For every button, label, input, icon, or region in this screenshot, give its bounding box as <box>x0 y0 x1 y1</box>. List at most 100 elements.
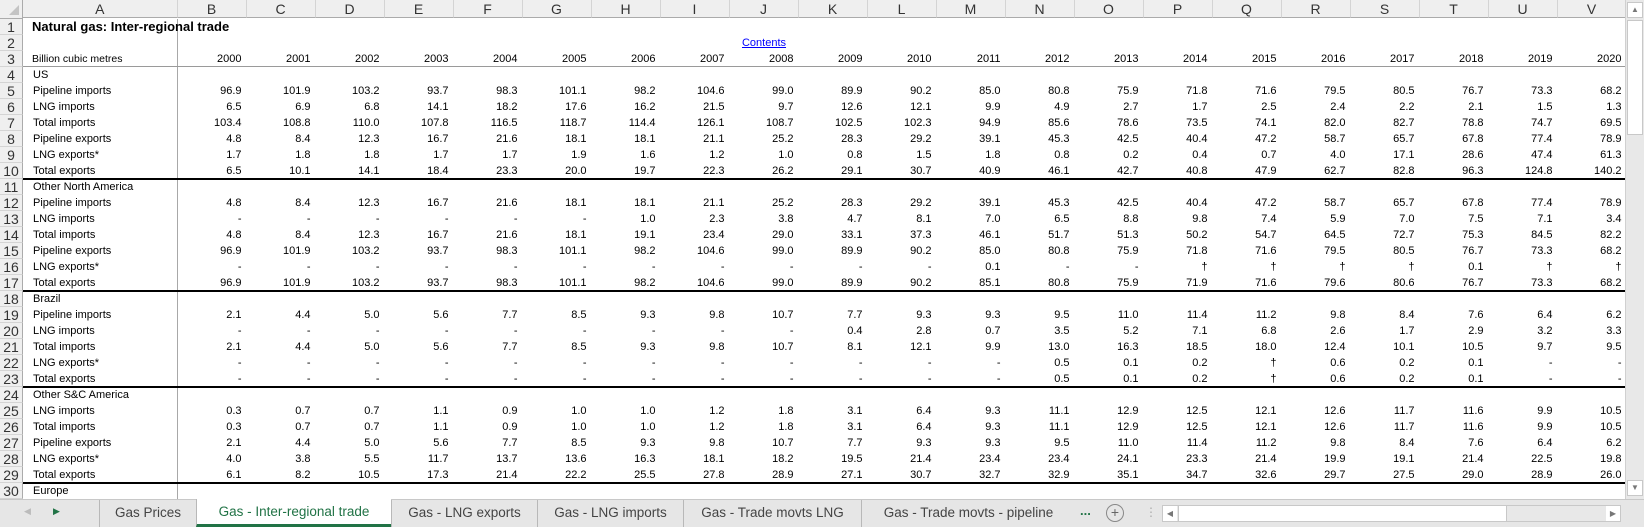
data-cell[interactable]: 0.1 <box>1420 259 1489 275</box>
data-cell[interactable]: 1.2 <box>661 403 730 419</box>
data-cell[interactable]: † <box>1144 259 1213 275</box>
data-cell[interactable]: 21.6 <box>454 195 523 211</box>
data-cell[interactable]: 9.7 <box>1489 339 1558 355</box>
data-cell[interactable]: 18.1 <box>592 195 661 211</box>
data-cell[interactable]: - <box>523 211 592 227</box>
data-cell[interactable]: 7.6 <box>1420 307 1489 323</box>
data-cell[interactable]: 104.6 <box>661 83 730 99</box>
row-header-10[interactable]: 10 <box>0 163 23 179</box>
data-cell[interactable]: - <box>523 323 592 339</box>
data-cell[interactable]: 0.5 <box>1006 355 1075 371</box>
data-cell[interactable]: 71.9 <box>1144 275 1213 291</box>
data-cell[interactable]: 11.4 <box>1144 307 1213 323</box>
row-header-17[interactable]: 17 <box>0 275 23 291</box>
data-cell[interactable]: 108.7 <box>730 115 799 131</box>
data-cell[interactable]: 21.4 <box>1213 451 1282 467</box>
data-cell[interactable]: 0.1 <box>937 259 1006 275</box>
data-cell[interactable]: 18.2 <box>454 99 523 115</box>
data-cell[interactable]: 47.9 <box>1213 163 1282 179</box>
sheet-tab[interactable]: Gas Prices <box>99 500 196 527</box>
data-cell[interactable]: 58.7 <box>1282 131 1351 147</box>
data-cell[interactable]: - <box>316 371 385 387</box>
data-cell[interactable]: - <box>1558 371 1626 387</box>
data-cell[interactable]: 8.2 <box>247 467 316 483</box>
data-cell[interactable]: 9.3 <box>592 307 661 323</box>
data-cell[interactable]: 10.7 <box>730 307 799 323</box>
data-cell[interactable]: - <box>316 355 385 371</box>
data-cell[interactable]: 62.7 <box>1282 163 1351 179</box>
data-cell[interactable]: 98.3 <box>454 243 523 259</box>
data-cell[interactable]: 78.9 <box>1558 195 1626 211</box>
tab-split-handle[interactable]: ⋮ <box>1145 505 1157 519</box>
data-cell[interactable]: - <box>385 211 454 227</box>
data-cell[interactable]: - <box>385 259 454 275</box>
data-cell[interactable]: - <box>454 259 523 275</box>
data-cell[interactable]: - <box>730 355 799 371</box>
data-cell[interactable]: - <box>592 355 661 371</box>
data-cell[interactable]: 75.9 <box>1075 83 1144 99</box>
row-header-4[interactable]: 4 <box>0 67 23 83</box>
data-cell[interactable]: 13.0 <box>1006 339 1075 355</box>
data-cell[interactable]: 6.9 <box>247 99 316 115</box>
data-cell[interactable]: 40.9 <box>937 163 1006 179</box>
data-cell[interactable]: - <box>178 323 247 339</box>
data-cell[interactable]: 1.1 <box>385 403 454 419</box>
data-cell[interactable]: 24.1 <box>1075 451 1144 467</box>
data-cell[interactable]: 6.8 <box>316 99 385 115</box>
contents-link[interactable]: Contents <box>730 35 799 51</box>
data-cell[interactable]: 89.9 <box>799 83 868 99</box>
data-cell[interactable]: 108.8 <box>247 115 316 131</box>
row-header-24[interactable]: 24 <box>0 387 23 403</box>
data-cell[interactable]: 94.9 <box>937 115 1006 131</box>
data-cell[interactable]: 2.1 <box>178 307 247 323</box>
row-header-1[interactable]: 1 <box>0 19 23 35</box>
data-cell[interactable]: 3.3 <box>1558 323 1626 339</box>
data-cell[interactable]: 23.4 <box>661 227 730 243</box>
column-header-t[interactable]: T <box>1419 0 1489 18</box>
data-cell[interactable]: 80.5 <box>1351 243 1420 259</box>
data-cell[interactable]: 0.4 <box>1144 147 1213 163</box>
data-cell[interactable]: 90.2 <box>868 83 937 99</box>
prev-sheet-icon[interactable]: ◀ <box>24 506 31 517</box>
data-cell[interactable]: - <box>661 355 730 371</box>
data-cell[interactable]: 46.1 <box>937 227 1006 243</box>
data-cell[interactable]: 1.1 <box>385 419 454 435</box>
data-cell[interactable]: 2.7 <box>1075 99 1144 115</box>
data-cell[interactable]: 103.2 <box>316 243 385 259</box>
data-cell[interactable]: 116.5 <box>454 115 523 131</box>
data-cell[interactable]: 1.0 <box>592 211 661 227</box>
data-cell[interactable]: 18.1 <box>592 131 661 147</box>
data-cell[interactable]: 0.7 <box>1213 147 1282 163</box>
data-cell[interactable]: 29.2 <box>868 195 937 211</box>
data-cell[interactable]: 0.7 <box>316 403 385 419</box>
data-cell[interactable]: 47.2 <box>1213 195 1282 211</box>
data-cell[interactable]: 12.1 <box>1213 403 1282 419</box>
data-cell[interactable]: 7.1 <box>1489 211 1558 227</box>
data-cell[interactable]: 4.8 <box>178 131 247 147</box>
data-cell[interactable]: 7.4 <box>1213 211 1282 227</box>
data-cell[interactable]: 110.0 <box>316 115 385 131</box>
column-header-d[interactable]: D <box>315 0 385 18</box>
data-cell[interactable]: 0.2 <box>1351 355 1420 371</box>
data-cell[interactable]: - <box>178 371 247 387</box>
row-header-13[interactable]: 13 <box>0 211 23 227</box>
data-cell[interactable]: - <box>247 355 316 371</box>
data-cell[interactable]: 34.7 <box>1144 467 1213 483</box>
data-cell[interactable]: - <box>523 371 592 387</box>
data-cell[interactable]: 29.7 <box>1282 467 1351 483</box>
data-cell[interactable]: 124.8 <box>1489 163 1558 179</box>
data-cell[interactable]: 74.7 <box>1489 115 1558 131</box>
data-cell[interactable]: 17.1 <box>1351 147 1420 163</box>
row-header-28[interactable]: 28 <box>0 451 23 467</box>
data-cell[interactable]: 76.7 <box>1420 275 1489 291</box>
data-cell[interactable]: 11.6 <box>1420 419 1489 435</box>
data-cell[interactable]: 96.9 <box>178 83 247 99</box>
column-header-g[interactable]: G <box>522 0 592 18</box>
data-cell[interactable]: 82.7 <box>1351 115 1420 131</box>
data-cell[interactable]: 10.7 <box>730 435 799 451</box>
data-cell[interactable]: 65.7 <box>1351 131 1420 147</box>
data-cell[interactable]: 8.5 <box>523 435 592 451</box>
data-cell[interactable]: - <box>592 259 661 275</box>
data-cell[interactable]: 5.5 <box>316 451 385 467</box>
data-cell[interactable]: 25.5 <box>592 467 661 483</box>
